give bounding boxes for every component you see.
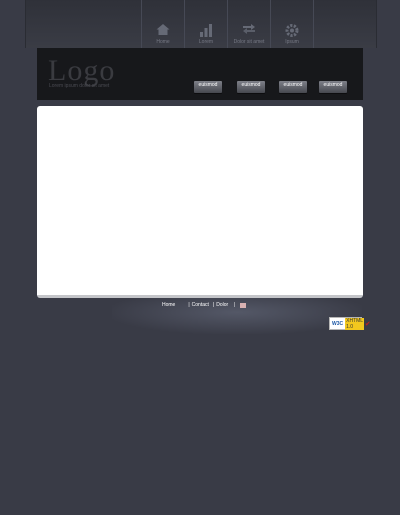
nav-item-home[interactable]: Home — [141, 0, 184, 48]
main-nav: Home Lorem Dolor sit amet Ipsum — [141, 0, 314, 48]
footer-separator: | — [234, 302, 236, 308]
footer-link-contact[interactable]: Contact — [192, 302, 209, 308]
checkmark-icon: ✔ — [364, 320, 371, 328]
site-header: Logo Lorem ipsum dolor sit amet euismod … — [37, 48, 363, 100]
nav-label: Ipsum — [285, 39, 299, 45]
bar-chart-icon — [200, 24, 212, 37]
gear-icon — [285, 24, 299, 37]
footer-separator: | — [188, 302, 190, 308]
nav-item-ipsum[interactable]: Ipsum — [270, 0, 314, 48]
top-nav-bar: Home Lorem Dolor sit amet Ipsum — [25, 0, 377, 48]
xhtml-label: XHTML 1.0 — [345, 317, 364, 330]
footer-link-home[interactable]: Home — [162, 302, 175, 308]
nav-label: Dolor sit amet — [233, 39, 265, 45]
nav-item-lorem[interactable]: Lorem — [184, 0, 227, 48]
nav-label: Home — [156, 39, 170, 45]
home-icon[interactable] — [240, 302, 247, 308]
header-button[interactable]: euismod — [237, 81, 265, 93]
footer-link-dolor[interactable]: Dolor — [216, 302, 228, 308]
nav-item-dolor[interactable]: Dolor sit amet — [227, 0, 270, 48]
footer-nav: Home | Contact | Dolor | — [162, 302, 247, 308]
home-icon — [156, 24, 170, 35]
transfer-icon — [243, 24, 255, 34]
w3c-validator-badge[interactable]: W3C XHTML 1.0 ✔ — [329, 317, 371, 330]
header-button[interactable]: euismod — [194, 81, 222, 93]
footer-separator: | — [212, 302, 215, 308]
header-button[interactable]: euismod — [319, 81, 347, 93]
w3c-label: W3C — [332, 320, 344, 327]
tagline: Lorem ipsum dolor sit amet — [49, 83, 110, 89]
content-panel — [37, 106, 363, 298]
header-button[interactable]: euismod — [279, 81, 307, 93]
nav-label: Lorem — [198, 39, 214, 45]
